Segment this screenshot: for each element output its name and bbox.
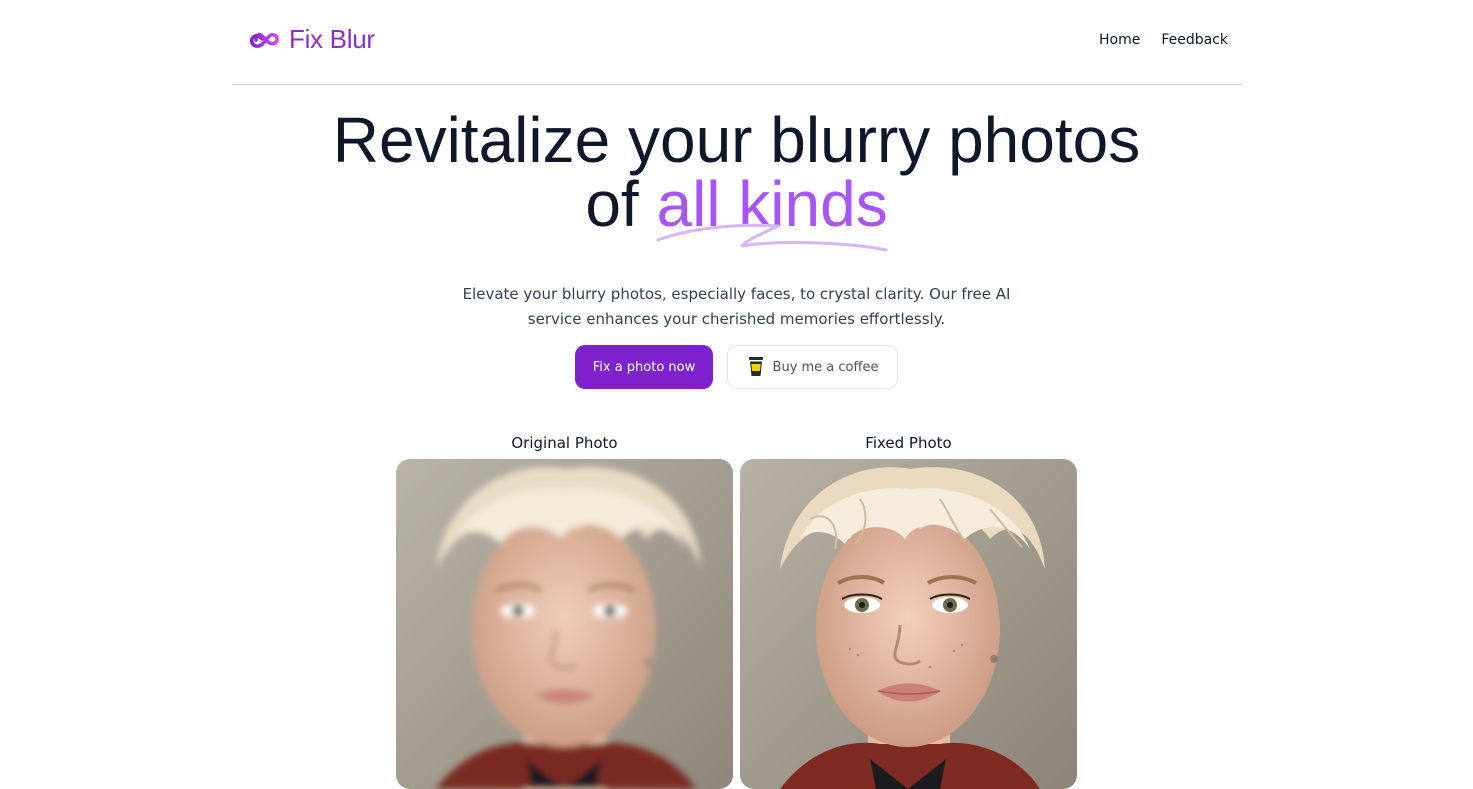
original-photo — [396, 459, 733, 789]
fixed-photo-label: Fixed Photo — [865, 434, 952, 452]
hero-title-line1: Revitalize your blurry photos — [332, 104, 1141, 176]
logo-text: Fix Blur — [289, 24, 375, 54]
fix-photo-button-label: Fix a photo now — [592, 359, 696, 375]
original-photo-label: Original Photo — [511, 434, 618, 452]
fix-photo-button[interactable]: Fix a photo now — [575, 345, 713, 389]
site-header: Fix Blur Home Feedback — [232, 0, 1242, 85]
logo-link[interactable]: Fix Blur — [246, 24, 375, 55]
nav-feedback-link[interactable]: Feedback — [1161, 32, 1228, 48]
hero-title-accent-wrap: all kinds — [656, 172, 888, 252]
main-nav: Home Feedback — [1099, 32, 1228, 48]
hero-title: Revitalize your blurry photos of all kin… — [0, 108, 1473, 252]
nav-home-link[interactable]: Home — [1099, 32, 1140, 48]
infinity-icon — [250, 32, 279, 48]
hero-subtitle: Elevate your blurry photos, especially f… — [0, 282, 1473, 332]
underline-squiggle-icon — [656, 223, 888, 252]
hero-subtitle-line2: service enhances your cherished memories… — [527, 310, 946, 328]
coffee-cup-icon — [748, 357, 763, 376]
buy-coffee-button[interactable]: Buy me a coffee — [727, 345, 898, 389]
hero-title-prefix: of — [585, 168, 639, 240]
fixed-photo — [740, 459, 1077, 789]
buy-coffee-button-label: Buy me a coffee — [772, 359, 879, 375]
hero-subtitle-line1: Elevate your blurry photos, especially f… — [462, 285, 1011, 303]
hero-title-line2: of all kinds — [0, 172, 1473, 252]
